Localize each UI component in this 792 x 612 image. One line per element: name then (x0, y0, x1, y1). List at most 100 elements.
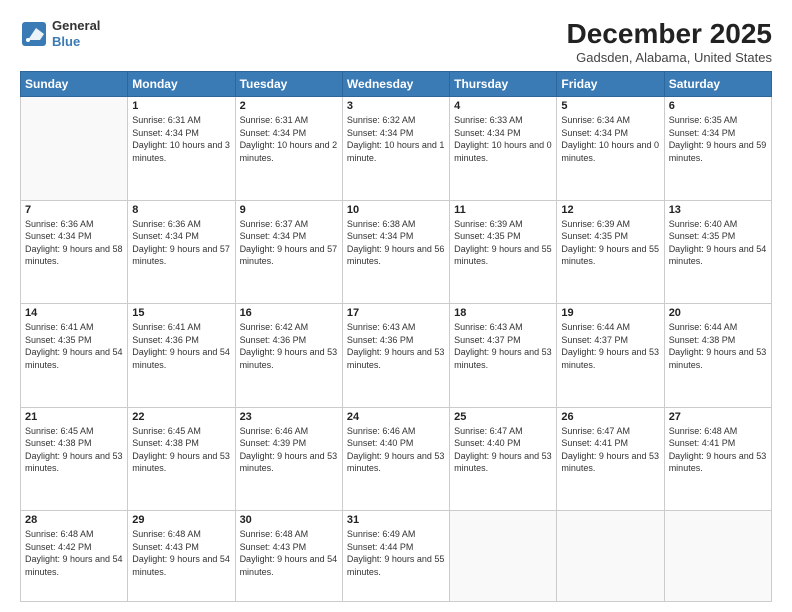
day-number: 7 (25, 204, 123, 216)
day-number: 6 (669, 100, 767, 112)
calendar-day-cell: 3Sunrise: 6:32 AMSunset: 4:34 PMDaylight… (342, 97, 449, 201)
calendar-day-cell: 10 Sunrise: 6:38 AMSunset: 4:34 PMDayligh… (342, 200, 449, 304)
calendar-day-cell (557, 511, 664, 602)
calendar-day-cell (450, 511, 557, 602)
calendar-day-cell: 11 Sunrise: 6:39 AMSunset: 4:35 PMDayligh… (450, 200, 557, 304)
day-info: Sunrise: 6:33 AMSunset: 4:34 PMDaylight:… (454, 114, 552, 164)
day-number: 16 (240, 307, 338, 319)
calendar-day-cell: 14 Sunrise: 6:41 AMSunset: 4:35 PMDayligh… (21, 304, 128, 408)
day-info: Sunrise: 6:36 AMSunset: 4:34 PMDaylight:… (25, 218, 123, 268)
day-number: 8 (132, 204, 230, 216)
day-number: 27 (669, 411, 767, 423)
calendar-day-cell: 22 Sunrise: 6:45 AMSunset: 4:38 PMDayligh… (128, 407, 235, 511)
calendar-header-wednesday: Wednesday (342, 72, 449, 97)
calendar-day-cell: 29 Sunrise: 6:48 AMSunset: 4:43 PMDayligh… (128, 511, 235, 602)
day-info: Sunrise: 6:47 AMSunset: 4:41 PMDaylight:… (561, 425, 659, 475)
calendar-day-cell (21, 97, 128, 201)
calendar-day-cell: 30 Sunrise: 6:48 AMSunset: 4:43 PMDayligh… (235, 511, 342, 602)
day-number: 31 (347, 514, 445, 526)
day-number: 24 (347, 411, 445, 423)
calendar-day-cell: 2Sunrise: 6:31 AMSunset: 4:34 PMDaylight… (235, 97, 342, 201)
calendar-day-cell: 15 Sunrise: 6:41 AMSunset: 4:36 PMDayligh… (128, 304, 235, 408)
day-info: Sunrise: 6:40 AMSunset: 4:35 PMDaylight:… (669, 218, 767, 268)
day-info: Sunrise: 6:45 AMSunset: 4:38 PMDaylight:… (132, 425, 230, 475)
calendar-day-cell: 17Sunrise: 6:43 AMSunset: 4:36 PMDayligh… (342, 304, 449, 408)
day-info: Sunrise: 6:42 AMSunset: 4:36 PMDaylight:… (240, 321, 338, 371)
header: General Blue December 2025 Gadsden, Alab… (20, 18, 772, 65)
calendar-day-cell: 9Sunrise: 6:37 AMSunset: 4:34 PMDaylight… (235, 200, 342, 304)
calendar-header-row: SundayMondayTuesdayWednesdayThursdayFrid… (21, 72, 772, 97)
calendar-day-cell: 19Sunrise: 6:44 AMSunset: 4:37 PMDayligh… (557, 304, 664, 408)
calendar-header-sunday: Sunday (21, 72, 128, 97)
day-info: Sunrise: 6:39 AMSunset: 4:35 PMDaylight:… (454, 218, 552, 268)
day-info: Sunrise: 6:46 AMSunset: 4:39 PMDaylight:… (240, 425, 338, 475)
logo-text: General Blue (52, 18, 100, 49)
day-number: 23 (240, 411, 338, 423)
calendar-day-cell: 5 Sunrise: 6:34 AMSunset: 4:34 PMDaylight… (557, 97, 664, 201)
day-info: Sunrise: 6:49 AMSunset: 4:44 PMDaylight:… (347, 528, 445, 578)
calendar-week-row: 7 Sunrise: 6:36 AMSunset: 4:34 PMDaylight… (21, 200, 772, 304)
day-info: Sunrise: 6:48 AMSunset: 4:43 PMDaylight:… (132, 528, 230, 578)
day-info: Sunrise: 6:35 AMSunset: 4:34 PMDaylight:… (669, 114, 767, 164)
day-number: 30 (240, 514, 338, 526)
day-number: 18 (454, 307, 552, 319)
day-number: 17 (347, 307, 445, 319)
day-number: 13 (669, 204, 767, 216)
day-info: Sunrise: 6:48 AMSunset: 4:43 PMDaylight:… (240, 528, 338, 578)
day-info: Sunrise: 6:41 AMSunset: 4:35 PMDaylight:… (25, 321, 123, 371)
calendar-day-cell: 26Sunrise: 6:47 AMSunset: 4:41 PMDayligh… (557, 407, 664, 511)
calendar-week-row: 21Sunrise: 6:45 AMSunset: 4:38 PMDayligh… (21, 407, 772, 511)
calendar-day-cell: 7 Sunrise: 6:36 AMSunset: 4:34 PMDaylight… (21, 200, 128, 304)
day-number: 14 (25, 307, 123, 319)
day-number: 1 (132, 100, 230, 112)
title-block: December 2025 Gadsden, Alabama, United S… (567, 18, 772, 65)
calendar-header-friday: Friday (557, 72, 664, 97)
location: Gadsden, Alabama, United States (567, 50, 772, 65)
calendar-week-row: 1 Sunrise: 6:31 AMSunset: 4:34 PMDaylight… (21, 97, 772, 201)
day-info: Sunrise: 6:44 AMSunset: 4:38 PMDaylight:… (669, 321, 767, 371)
day-info: Sunrise: 6:32 AMSunset: 4:34 PMDaylight:… (347, 114, 445, 164)
day-number: 12 (561, 204, 659, 216)
calendar-day-cell: 23 Sunrise: 6:46 AMSunset: 4:39 PMDayligh… (235, 407, 342, 511)
day-info: Sunrise: 6:43 AMSunset: 4:37 PMDaylight:… (454, 321, 552, 371)
day-number: 15 (132, 307, 230, 319)
calendar-table: SundayMondayTuesdayWednesdayThursdayFrid… (20, 71, 772, 602)
day-number: 29 (132, 514, 230, 526)
day-info: Sunrise: 6:36 AMSunset: 4:34 PMDaylight:… (132, 218, 230, 268)
logo-line1: General (52, 18, 100, 34)
day-number: 22 (132, 411, 230, 423)
day-info: Sunrise: 6:31 AMSunset: 4:34 PMDaylight:… (132, 114, 230, 164)
calendar-day-cell: 6 Sunrise: 6:35 AMSunset: 4:34 PMDaylight… (664, 97, 771, 201)
calendar-day-cell: 4 Sunrise: 6:33 AMSunset: 4:34 PMDaylight… (450, 97, 557, 201)
day-info: Sunrise: 6:37 AMSunset: 4:34 PMDaylight:… (240, 218, 338, 268)
day-info: Sunrise: 6:44 AMSunset: 4:37 PMDaylight:… (561, 321, 659, 371)
calendar-header-tuesday: Tuesday (235, 72, 342, 97)
calendar-day-cell: 24 Sunrise: 6:46 AMSunset: 4:40 PMDayligh… (342, 407, 449, 511)
calendar-day-cell: 18 Sunrise: 6:43 AMSunset: 4:37 PMDayligh… (450, 304, 557, 408)
day-info: Sunrise: 6:48 AMSunset: 4:41 PMDaylight:… (669, 425, 767, 475)
logo: General Blue (20, 18, 100, 49)
day-info: Sunrise: 6:46 AMSunset: 4:40 PMDaylight:… (347, 425, 445, 475)
day-number: 2 (240, 100, 338, 112)
page: General Blue December 2025 Gadsden, Alab… (0, 0, 792, 612)
calendar-day-cell: 1 Sunrise: 6:31 AMSunset: 4:34 PMDaylight… (128, 97, 235, 201)
calendar-day-cell: 31 Sunrise: 6:49 AMSunset: 4:44 PMDayligh… (342, 511, 449, 602)
calendar-day-cell: 25Sunrise: 6:47 AMSunset: 4:40 PMDayligh… (450, 407, 557, 511)
logo-line2: Blue (52, 34, 100, 50)
day-info: Sunrise: 6:41 AMSunset: 4:36 PMDaylight:… (132, 321, 230, 371)
day-info: Sunrise: 6:47 AMSunset: 4:40 PMDaylight:… (454, 425, 552, 475)
calendar-header-saturday: Saturday (664, 72, 771, 97)
calendar-week-row: 28Sunrise: 6:48 AMSunset: 4:42 PMDayligh… (21, 511, 772, 602)
day-number: 11 (454, 204, 552, 216)
calendar-week-row: 14 Sunrise: 6:41 AMSunset: 4:35 PMDayligh… (21, 304, 772, 408)
day-number: 10 (347, 204, 445, 216)
calendar-day-cell (664, 511, 771, 602)
logo-icon (20, 20, 48, 48)
calendar-day-cell: 12Sunrise: 6:39 AMSunset: 4:35 PMDayligh… (557, 200, 664, 304)
day-info: Sunrise: 6:38 AMSunset: 4:34 PMDaylight:… (347, 218, 445, 268)
calendar-day-cell: 20Sunrise: 6:44 AMSunset: 4:38 PMDayligh… (664, 304, 771, 408)
day-number: 5 (561, 100, 659, 112)
calendar-day-cell: 8 Sunrise: 6:36 AMSunset: 4:34 PMDaylight… (128, 200, 235, 304)
day-info: Sunrise: 6:34 AMSunset: 4:34 PMDaylight:… (561, 114, 659, 164)
day-number: 4 (454, 100, 552, 112)
